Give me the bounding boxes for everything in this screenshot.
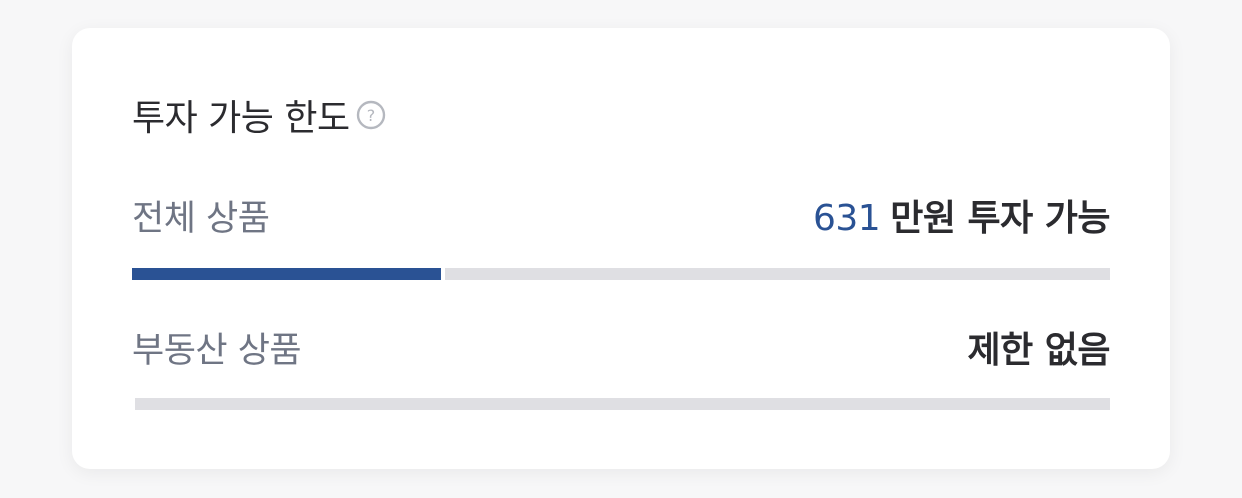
- card-header: 투자 가능 한도 ?: [132, 92, 386, 139]
- total-products-label: 전체 상품: [132, 198, 270, 239]
- question-circle-icon[interactable]: ?: [356, 100, 386, 130]
- total-products-progress-bar: [132, 268, 1110, 280]
- card-title: 투자 가능 한도: [132, 98, 350, 139]
- real-estate-products-row: 부동산 상품 제한 없음: [132, 322, 1110, 372]
- available-amount-suffix: 만원 투자 가능: [890, 198, 1110, 239]
- investment-limit-card: 투자 가능 한도 ? 전체 상품 631 만원 투자 가능 부동산 상품 제한 없…: [72, 28, 1170, 469]
- available-amount: 631: [812, 198, 881, 239]
- svg-text:?: ?: [366, 106, 375, 125]
- total-products-value: 631 만원 투자 가능: [812, 189, 1111, 241]
- real-estate-products-label: 부동산 상품: [132, 330, 302, 371]
- real-estate-products-value: 제한 없음: [967, 330, 1110, 371]
- total-products-row: 전체 상품 631 만원 투자 가능: [132, 190, 1110, 240]
- total-products-progress-fill: [132, 268, 446, 280]
- real-estate-progress-bar: [135, 398, 1110, 410]
